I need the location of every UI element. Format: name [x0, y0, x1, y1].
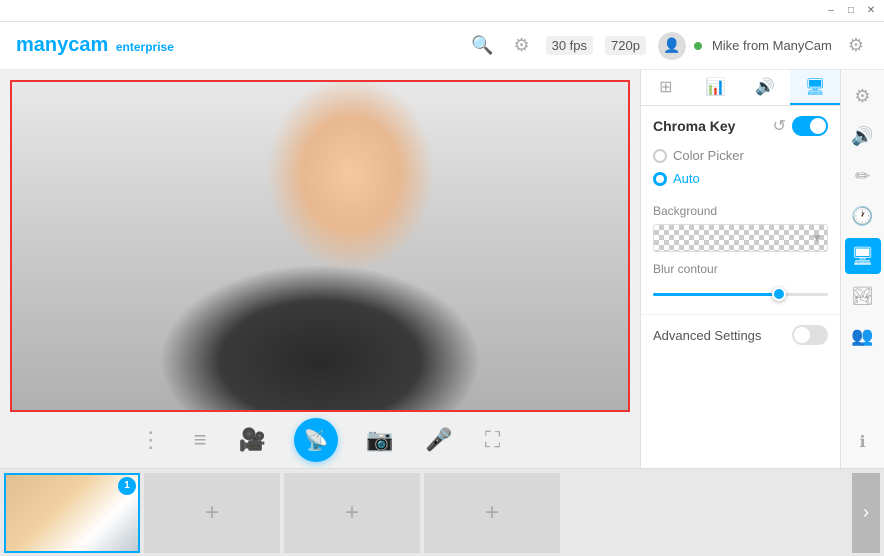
- content-area: manycam enterprise 🔍 ⚙ 30 fps 720p 👤 Mik…: [0, 22, 884, 556]
- fps-badge: 30 fps: [546, 36, 593, 55]
- settings-icon[interactable]: ⚙: [509, 31, 533, 60]
- chroma-header: Chroma Key ↺: [653, 116, 828, 136]
- side-history-icon[interactable]: 🕐: [845, 198, 881, 234]
- logo-cam: cam: [68, 34, 108, 56]
- video-panel-row: ⋮ ≡ 🎥 📡 📷 🎤 ⛶ ⊞ 📊 🔊 🖥: [0, 70, 884, 468]
- chroma-toggle[interactable]: [792, 116, 828, 136]
- zoom-icon[interactable]: 🔍: [467, 31, 497, 60]
- video-container: ⋮ ≡ 🎥 📡 📷 🎤 ⛶: [0, 70, 640, 468]
- person-image: [12, 82, 628, 410]
- fullscreen-button[interactable]: ⛶: [481, 423, 504, 457]
- main-row: manycam enterprise 🔍 ⚙ 30 fps 720p 👤 Mik…: [0, 22, 884, 556]
- logo-many: many: [16, 34, 68, 56]
- color-picker-row: Color Picker: [653, 148, 828, 163]
- chroma-section: Chroma Key ↺ Color Picker Auto: [641, 106, 840, 204]
- mic-button[interactable]: 🎤: [421, 423, 456, 457]
- side-info-icon[interactable]: ℹ: [845, 424, 881, 460]
- user-section: 👤 Mike from ManyCam: [658, 32, 832, 60]
- user-name: Mike from ManyCam: [712, 38, 832, 53]
- side-settings-icon[interactable]: ⚙: [845, 78, 881, 114]
- add-source-2[interactable]: +: [284, 473, 420, 553]
- chroma-reset-icon[interactable]: ↺: [773, 116, 786, 136]
- chroma-title: Chroma Key: [653, 118, 773, 134]
- online-indicator: [694, 42, 702, 50]
- add-source-3[interactable]: +: [424, 473, 560, 553]
- blur-thumb[interactable]: [772, 287, 786, 301]
- filmstrip: 1 + + + ›: [0, 468, 884, 556]
- bottom-controls: ⋮ ≡ 🎥 📡 📷 🎤 ⛶: [10, 412, 630, 468]
- advanced-section: Advanced Settings: [641, 314, 840, 355]
- active-thumbnail[interactable]: 1: [4, 473, 140, 553]
- side-audio-icon[interactable]: 🔊: [845, 118, 881, 154]
- side-users-icon[interactable]: 👥: [845, 318, 881, 354]
- camera-button[interactable]: 📷: [362, 423, 397, 457]
- blur-label: Blur contour: [653, 262, 828, 276]
- thumbnail-badge: 1: [118, 477, 136, 495]
- side-image-icon[interactable]: 🏞: [845, 278, 881, 314]
- close-button[interactable]: ✕: [862, 2, 880, 20]
- title-bar: – □ ✕: [0, 0, 884, 22]
- tab-audio[interactable]: 🔊: [741, 70, 791, 105]
- broadcast-button[interactable]: 📡: [294, 418, 338, 462]
- filmstrip-next-arrow[interactable]: ›: [852, 473, 880, 553]
- tab-stats[interactable]: 📊: [691, 70, 741, 105]
- tab-grid[interactable]: ⊞: [641, 70, 691, 105]
- logo-enterprise: enterprise: [116, 40, 174, 54]
- top-bar: manycam enterprise 🔍 ⚙ 30 fps 720p 👤 Mik…: [0, 22, 884, 70]
- dots-button[interactable]: ⋮: [136, 423, 166, 457]
- tab-screen[interactable]: 🖥: [790, 70, 840, 105]
- top-gear-icon[interactable]: ⚙: [844, 31, 868, 60]
- right-panel: ⊞ 📊 🔊 🖥 Chroma Key ↺ Color Picke: [640, 70, 840, 468]
- blur-slider[interactable]: [653, 284, 828, 304]
- auto-radio[interactable]: [653, 172, 667, 186]
- color-picker-radio[interactable]: [653, 149, 667, 163]
- minimize-button[interactable]: –: [822, 2, 840, 20]
- video-button[interactable]: 🎥: [235, 423, 270, 457]
- advanced-toggle[interactable]: [792, 325, 828, 345]
- panel-tabs: ⊞ 📊 🔊 🖥: [641, 70, 840, 106]
- auto-row: Auto: [653, 171, 828, 186]
- background-section: Background ▼: [641, 204, 840, 262]
- add-source-1[interactable]: +: [144, 473, 280, 553]
- user-avatar: 👤: [658, 32, 686, 60]
- color-picker-label: Color Picker: [673, 148, 744, 163]
- menu-button[interactable]: ≡: [190, 423, 211, 457]
- blur-fill: [653, 293, 779, 296]
- side-icons: ⚙ 🔊 ✏ 🕐 🖥 🏞 👥 ℹ: [840, 70, 884, 468]
- advanced-title: Advanced Settings: [653, 328, 792, 343]
- side-draw-icon[interactable]: ✏: [845, 158, 881, 194]
- video-preview: [12, 82, 628, 410]
- background-picker[interactable]: ▼: [653, 224, 828, 252]
- resolution-badge: 720p: [605, 36, 646, 55]
- video-frame: [10, 80, 630, 412]
- background-label: Background: [653, 204, 828, 218]
- blur-section: Blur contour: [641, 262, 840, 314]
- auto-label: Auto: [673, 171, 700, 186]
- side-screen-icon[interactable]: 🖥: [845, 238, 881, 274]
- bg-dropdown-icon: ▼: [811, 231, 823, 245]
- logo: manycam enterprise: [16, 34, 174, 57]
- maximize-button[interactable]: □: [842, 2, 860, 20]
